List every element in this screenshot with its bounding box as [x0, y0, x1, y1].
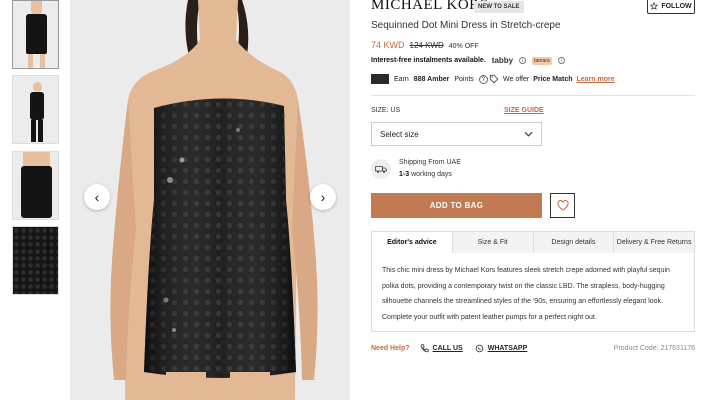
previous-image-button[interactable]: ‹	[84, 184, 110, 210]
tamara-info-icon[interactable]: i	[557, 57, 565, 64]
new-to-sale-badge: NEW TO SALE	[474, 1, 524, 13]
shipping-info: Shipping From UAE 1-3 working days	[371, 157, 461, 181]
whatsapp-label: WHATSAPP	[487, 345, 528, 352]
follow-label: FOLLOW	[661, 2, 692, 10]
whatsapp-link[interactable]: WHATSAPP	[475, 344, 528, 353]
help-row: Need Help? CALL US WHATSAPP Product Code…	[371, 344, 695, 353]
truck-icon	[371, 159, 391, 179]
add-to-bag-button[interactable]: ADD TO BAG	[371, 193, 542, 218]
learn-more-link[interactable]: Learn more	[577, 76, 615, 83]
thumbnail-closeup[interactable]	[12, 151, 59, 220]
amber-prefix: Earn	[394, 75, 409, 83]
chevron-left-icon: ‹	[94, 189, 100, 205]
tab-editors-advice[interactable]: Editor's advice	[372, 232, 453, 253]
tab-delivery-returns[interactable]: Delivery & Free Returns	[614, 232, 694, 253]
phone-icon	[420, 344, 429, 353]
size-guide-link[interactable]: SIZE GUIDE	[504, 107, 544, 114]
chevron-down-icon	[524, 131, 533, 137]
editors-advice-text: This chic mini dress by Michael Kors fea…	[371, 253, 695, 332]
call-us-label: CALL US	[432, 345, 463, 352]
model-photo	[110, 0, 318, 400]
amber-suffix: Points	[454, 75, 474, 83]
instalments-label: Interest-free instalments available.	[371, 57, 486, 64]
size-select-value: Select size	[380, 129, 419, 139]
whatsapp-icon	[475, 344, 483, 353]
price-match-label: Price Match	[533, 75, 573, 83]
next-image-button[interactable]: ›	[310, 184, 336, 210]
price-match-row: We offer Price Match Learn more	[489, 74, 615, 84]
brand-name[interactable]: MICHAEL KORS	[371, 0, 489, 14]
tamara-logo: tamara	[532, 56, 552, 65]
sale-price: 74 KWD	[371, 40, 405, 50]
thumbnail-fabric[interactable]	[12, 226, 59, 295]
tabby-info-icon[interactable]: i	[519, 57, 527, 64]
amber-logo-icon	[371, 74, 389, 84]
call-us-link[interactable]: CALL US	[420, 344, 463, 353]
price-match-prefix: We offer	[503, 75, 530, 83]
question-icon[interactable]: ?	[478, 74, 488, 84]
heart-icon	[556, 200, 569, 211]
shipping-origin: Shipping From UAE	[399, 159, 461, 166]
thumbnail-front[interactable]	[12, 0, 59, 69]
tab-design-details[interactable]: Design details	[534, 232, 615, 253]
thumbnail-side[interactable]	[12, 75, 59, 144]
discount-label: 40% OFF	[448, 43, 479, 50]
tab-size-fit[interactable]: Size & Fit	[453, 232, 534, 253]
follow-button[interactable]: FOLLOW	[647, 0, 695, 14]
amber-points-row: Earn 888 Amber Points ?	[371, 74, 488, 84]
product-code: Product Code: 217631176	[613, 345, 695, 352]
info-tabs: Editor's advice Size & Fit Design detail…	[371, 231, 695, 253]
wishlist-button[interactable]	[550, 193, 575, 218]
size-select[interactable]: Select size	[371, 122, 542, 146]
divider	[371, 95, 695, 96]
chevron-right-icon: ›	[320, 189, 326, 205]
shipping-days-suffix: working days	[411, 171, 452, 178]
price-row: 74 KWD 124 KWD 40% OFF	[371, 40, 479, 50]
size-label: SIZE: US	[371, 107, 401, 114]
instalments-row: Interest-free instalments available. tab…	[371, 56, 565, 65]
amber-points: 888 Amber	[413, 75, 450, 83]
tag-icon	[489, 74, 499, 84]
tabby-logo: tabby	[491, 56, 514, 65]
need-help-label: Need Help?	[371, 345, 410, 352]
star-icon	[650, 2, 659, 10]
product-main-image: ‹ ›	[70, 0, 350, 400]
shipping-days: 1-3	[399, 171, 410, 178]
original-price: 124 KWD	[409, 41, 444, 50]
product-title: Sequinned Dot Mini Dress in Stretch-crep…	[371, 20, 561, 31]
